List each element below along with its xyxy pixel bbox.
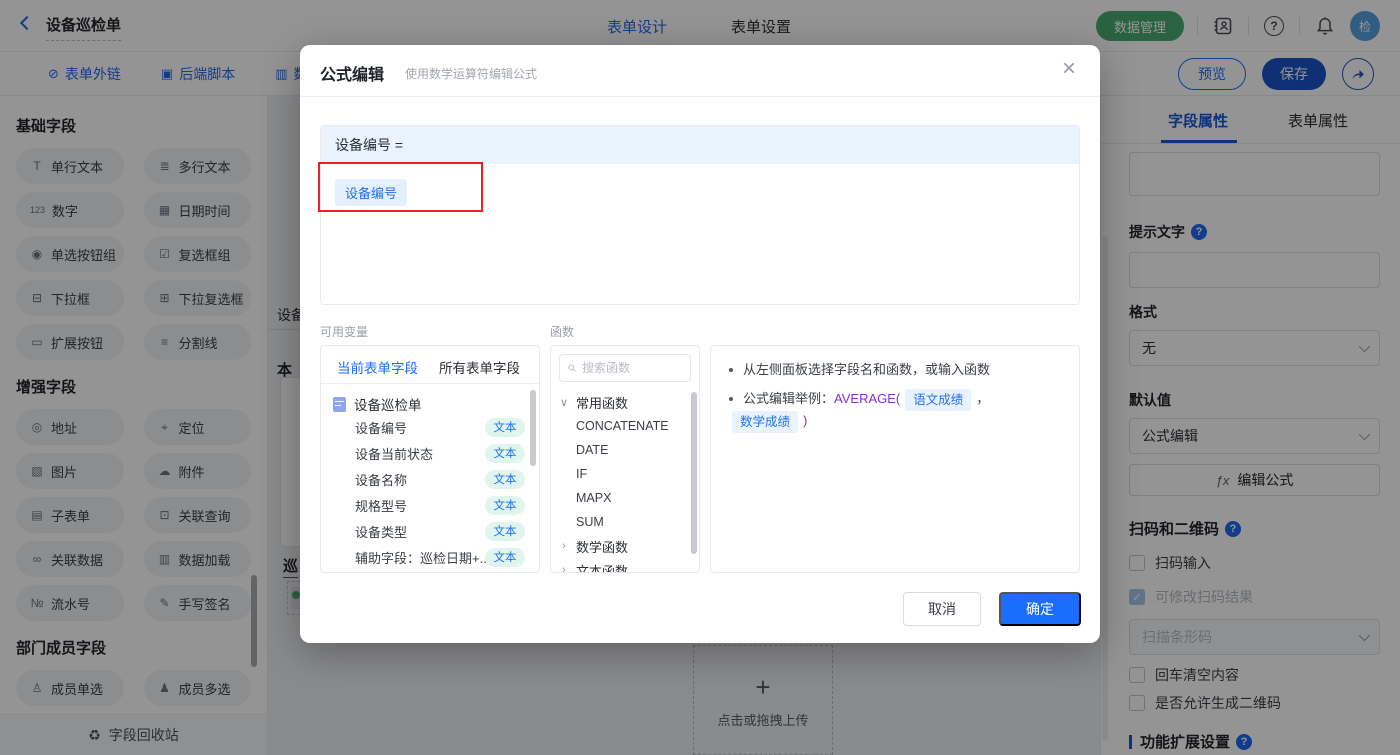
variables-panel: 当前表单字段 所有表单字段 设备巡检单 设备编号 文本 设备当前状态 文本 设备名称… — [320, 345, 540, 573]
cancel-button[interactable]: 取消 — [903, 592, 981, 626]
tab-all-form-fields[interactable]: 所有表单字段 — [439, 357, 520, 377]
tree-field-spec-model[interactable]: 规格型号 文本 — [321, 492, 539, 518]
app-screen: 设备巡检单 表单设计 表单设置 数据管理 ? 检 ⊘表单外链 ▣后端脚本 ▥数据… — [0, 0, 1400, 755]
functions-scrollbar[interactable] — [691, 392, 697, 554]
field-type-badge: 文本 — [485, 521, 525, 541]
search-icon — [568, 364, 576, 372]
modal-subtitle: 使用数学运算符编辑公式 — [405, 67, 538, 81]
form-file-icon — [333, 396, 346, 412]
function-date[interactable]: DATE — [551, 438, 699, 462]
hint-line-2: 公式编辑举例： AVERAGE( 语文成绩 ， 数学成绩 ) — [727, 389, 1065, 433]
bullet-icon — [729, 368, 733, 372]
hints-panel: 从左侧面板选择字段名和函数，或输入函数 公式编辑举例： AVERAGE( 语文成… — [710, 345, 1080, 573]
function-mapx[interactable]: MAPX — [551, 486, 699, 510]
example-close-paren: ) — [803, 413, 808, 428]
formula-field-token[interactable]: 设备编号 — [335, 179, 408, 206]
confirm-button[interactable]: 确定 — [999, 592, 1081, 626]
field-type-badge: 文本 — [485, 495, 525, 515]
modal-title: 公式编辑 — [320, 67, 385, 84]
caret-right-icon: › — [562, 564, 566, 573]
hint-line-1: 从左侧面板选择字段名和函数，或输入函数 — [727, 360, 1065, 380]
variables-tabs: 当前表单字段 所有表单字段 — [321, 346, 539, 384]
field-type-badge: 文本 — [485, 443, 525, 463]
function-sum[interactable]: SUM — [551, 510, 699, 534]
group-text-functions[interactable]: › 文本函数 — [551, 558, 699, 573]
field-type-badge: 文本 — [485, 547, 525, 567]
field-type-badge: 文本 — [485, 417, 525, 437]
field-type-badge: 文本 — [485, 469, 525, 489]
function-search-input[interactable] — [582, 361, 682, 375]
function-concatenate[interactable]: CONCATENATE — [551, 414, 699, 438]
tree-field-aux[interactable]: 辅助字段：巡检日期+... 文本 — [321, 544, 539, 570]
tree-field-device-no[interactable]: 设备编号 文本 — [321, 414, 539, 440]
formula-editor[interactable]: 设备编号 = 设备编号 — [320, 125, 1080, 305]
example-field-chip: 语文成绩 — [905, 389, 972, 411]
function-search — [559, 354, 691, 382]
caret-right-icon: › — [562, 540, 566, 552]
group-math-functions[interactable]: › 数学函数 — [551, 534, 699, 558]
tree-field-device-status[interactable]: 设备当前状态 文本 — [321, 440, 539, 466]
bullet-icon — [729, 397, 733, 401]
tab-current-form-fields[interactable]: 当前表单字段 — [337, 357, 418, 377]
tree-root-form[interactable]: 设备巡检单 — [333, 394, 539, 414]
tree-field-device-name[interactable]: 设备名称 文本 — [321, 466, 539, 492]
variables-label: 可用变量 — [320, 325, 369, 339]
tree-field-device-type[interactable]: 设备类型 文本 — [321, 518, 539, 544]
variables-scrollbar[interactable] — [530, 390, 536, 466]
formula-edit-modal: 公式编辑 使用数学运算符编辑公式 × 设备编号 = 设备编号 可用变量 函数 当… — [300, 45, 1100, 643]
modal-header: 公式编辑 使用数学运算符编辑公式 × — [300, 45, 1100, 97]
close-icon[interactable]: × — [1062, 57, 1076, 81]
functions-label: 函数 — [550, 325, 575, 339]
functions-panel: ∨常用函数 CONCATENATE DATE IF MAPX SUM ›数学函数… — [550, 345, 700, 573]
function-if[interactable]: IF — [551, 462, 699, 486]
group-common-functions[interactable]: ∨ 常用函数 — [551, 390, 699, 414]
formula-target: 设备编号 = — [321, 126, 1079, 164]
caret-down-icon: ∨ — [559, 396, 569, 409]
example-field-chip: 数学成绩 — [732, 411, 799, 433]
example-function-name: AVERAGE( — [834, 391, 901, 406]
